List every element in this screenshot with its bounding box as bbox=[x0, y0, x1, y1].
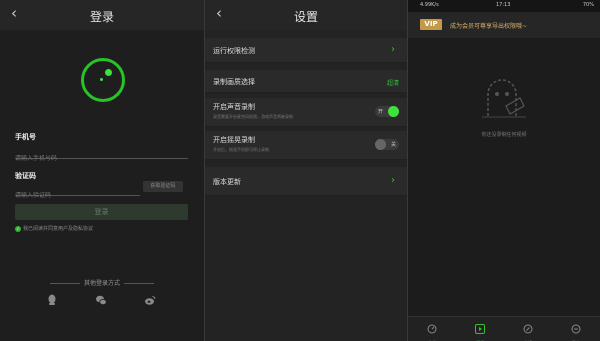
item-label: 运行权限检测 bbox=[213, 47, 255, 55]
code-field[interactable] bbox=[15, 182, 140, 199]
chevron-right-icon: › bbox=[391, 175, 395, 186]
play-icon bbox=[475, 324, 485, 334]
chevron-right-icon: › bbox=[391, 44, 395, 55]
toggle-text: 关 bbox=[390, 142, 396, 148]
vip-text: 成为会员可尊享导出权限哦~ bbox=[450, 23, 528, 30]
phone-input[interactable] bbox=[15, 155, 188, 162]
settings-item-quality[interactable]: 录制画质选择 超清 bbox=[205, 70, 407, 93]
item-label: 开启声音录制 bbox=[213, 103, 255, 111]
item-sub: 开启后，摇晃手机即可停止录制 bbox=[213, 147, 269, 152]
status-speed: 4.99K/s bbox=[420, 2, 439, 8]
status-battery: 70% bbox=[582, 2, 594, 8]
status-time: 17:13 bbox=[496, 2, 511, 8]
toggle-text: 开 bbox=[378, 109, 384, 115]
audio-toggle[interactable]: 开 bbox=[375, 106, 399, 117]
settings-item-update[interactable]: 版本更新 › bbox=[205, 167, 407, 196]
wechat-icon[interactable] bbox=[95, 294, 107, 306]
code-input[interactable] bbox=[15, 192, 140, 199]
code-label: 验证码 bbox=[15, 172, 36, 180]
tab-edit[interactable]: 剪辑 bbox=[508, 319, 548, 341]
other-login-label: 其他登录方式 bbox=[83, 280, 120, 287]
status-bar: 4.99K/s 17:13 70% bbox=[408, 0, 600, 12]
phone-field[interactable] bbox=[15, 145, 188, 162]
quality-value: 超清 bbox=[386, 80, 399, 87]
vip-badge: VIP bbox=[420, 19, 442, 30]
item-label: 版本更新 bbox=[213, 178, 241, 186]
bottom-tabbar: 全部 视频 剪辑 我的 bbox=[408, 316, 600, 341]
shake-toggle[interactable]: 关 bbox=[375, 139, 399, 150]
agreement[interactable]: ✓ 我已阅读并同意用户及隐私协议 bbox=[15, 225, 93, 232]
empty-text: 你还没录制任何视频 bbox=[481, 132, 527, 138]
settings-header: ‹ 设置 bbox=[205, 0, 407, 30]
tab-all[interactable]: 全部 bbox=[412, 319, 452, 341]
settings-panel: ‹ 设置 运行权限检测 › 录制画质选择 超清 开启声音录制 录音需要开启麦克风… bbox=[205, 0, 407, 341]
vip-banner[interactable]: VIP 成为会员可尊享导出权限哦~ bbox=[408, 12, 600, 38]
item-sub: 录音需要开启麦克风权限，游戏声音将被录制 bbox=[213, 114, 293, 119]
phone-label: 手机号 bbox=[15, 133, 36, 141]
records-panel: 4.99K/s 17:13 70% VIP 成为会员可尊享导出权限哦~ 你还没录… bbox=[408, 0, 600, 341]
settings-item-shake: 开启摇晃录制 开启后，摇晃手机即可停止录制 关 bbox=[205, 131, 407, 160]
settings-item-audio: 开启声音录制 录音需要开启麦克风权限，游戏声音将被录制 开 bbox=[205, 98, 407, 127]
item-label: 开启摇晃录制 bbox=[213, 136, 255, 144]
get-code-button[interactable]: 获取验证码 bbox=[143, 181, 183, 192]
login-button[interactable]: 登录 bbox=[15, 204, 188, 220]
page-title: 登录 bbox=[89, 10, 114, 24]
qq-icon[interactable] bbox=[46, 294, 58, 306]
gauge-icon bbox=[427, 324, 437, 334]
empty-illustration-icon bbox=[482, 79, 526, 118]
other-login: 其他登录方式 bbox=[0, 278, 204, 287]
pencil-icon bbox=[523, 324, 533, 334]
tab-video[interactable]: 视频 bbox=[460, 319, 500, 341]
item-label: 录制画质选择 bbox=[213, 78, 255, 86]
settings-item-permission[interactable]: 运行权限检测 › bbox=[205, 38, 407, 63]
page-title: 设置 bbox=[293, 10, 318, 24]
login-panel: ‹ 登录 手机号 验证码 获取验证码 登录 ✓我已阅读并同意用户及隐私协议 其他… bbox=[0, 0, 204, 341]
user-icon bbox=[571, 324, 581, 334]
checkbox-icon[interactable]: ✓ bbox=[15, 225, 21, 232]
weibo-icon[interactable] bbox=[144, 294, 156, 306]
agreement-text: 我已阅读并同意用户及隐私协议 bbox=[23, 226, 94, 232]
tab-mine[interactable]: 我的 bbox=[556, 319, 596, 341]
app-logo bbox=[81, 58, 125, 102]
login-header: ‹ 登录 bbox=[0, 0, 204, 30]
